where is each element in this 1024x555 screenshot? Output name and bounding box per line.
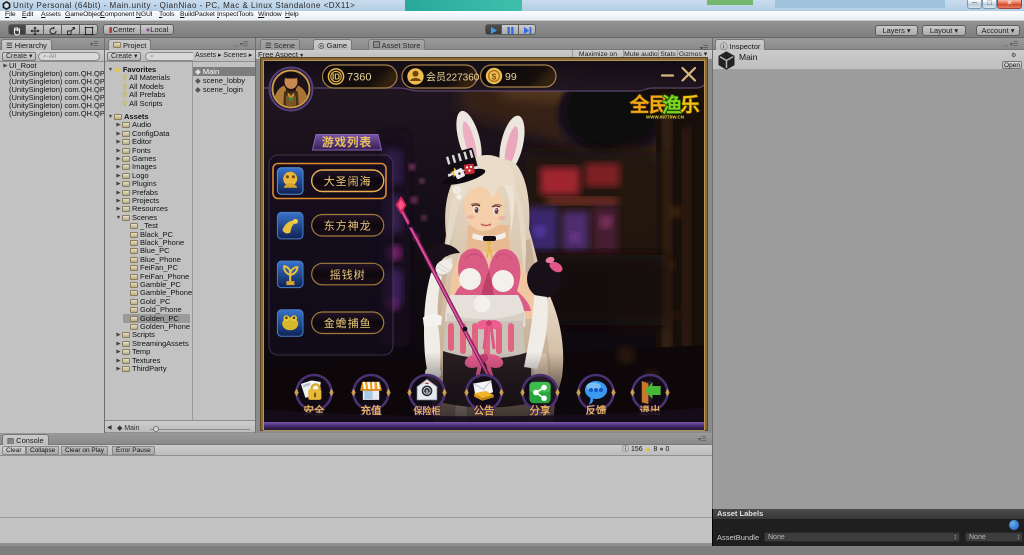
svg-text:乐: 乐 — [680, 94, 699, 116]
svg-text:大圣闹海: 大圣闹海 — [324, 174, 372, 188]
svg-text:WWW.09770W.CN: WWW.09770W.CN — [646, 115, 684, 120]
svg-text:分享: 分享 — [530, 404, 551, 417]
svg-text:7360: 7360 — [347, 72, 371, 84]
svg-text:金蟾捕鱼: 金蟾捕鱼 — [324, 316, 372, 330]
svg-text:保险柜: 保险柜 — [412, 405, 440, 416]
svg-text:摇钱树: 摇钱树 — [330, 267, 366, 281]
svg-text:会员227360: 会员227360 — [426, 70, 480, 83]
svg-text:游戏列表: 游戏列表 — [322, 135, 372, 149]
svg-text:$: $ — [492, 71, 497, 81]
svg-text:东方神龙: 东方神龙 — [324, 219, 372, 233]
svg-text:$: $ — [426, 389, 429, 395]
svg-text:99: 99 — [505, 71, 517, 83]
svg-text:渔: 渔 — [662, 93, 682, 117]
svg-text:公告: 公告 — [474, 404, 495, 417]
svg-text:ID: ID — [332, 73, 340, 82]
